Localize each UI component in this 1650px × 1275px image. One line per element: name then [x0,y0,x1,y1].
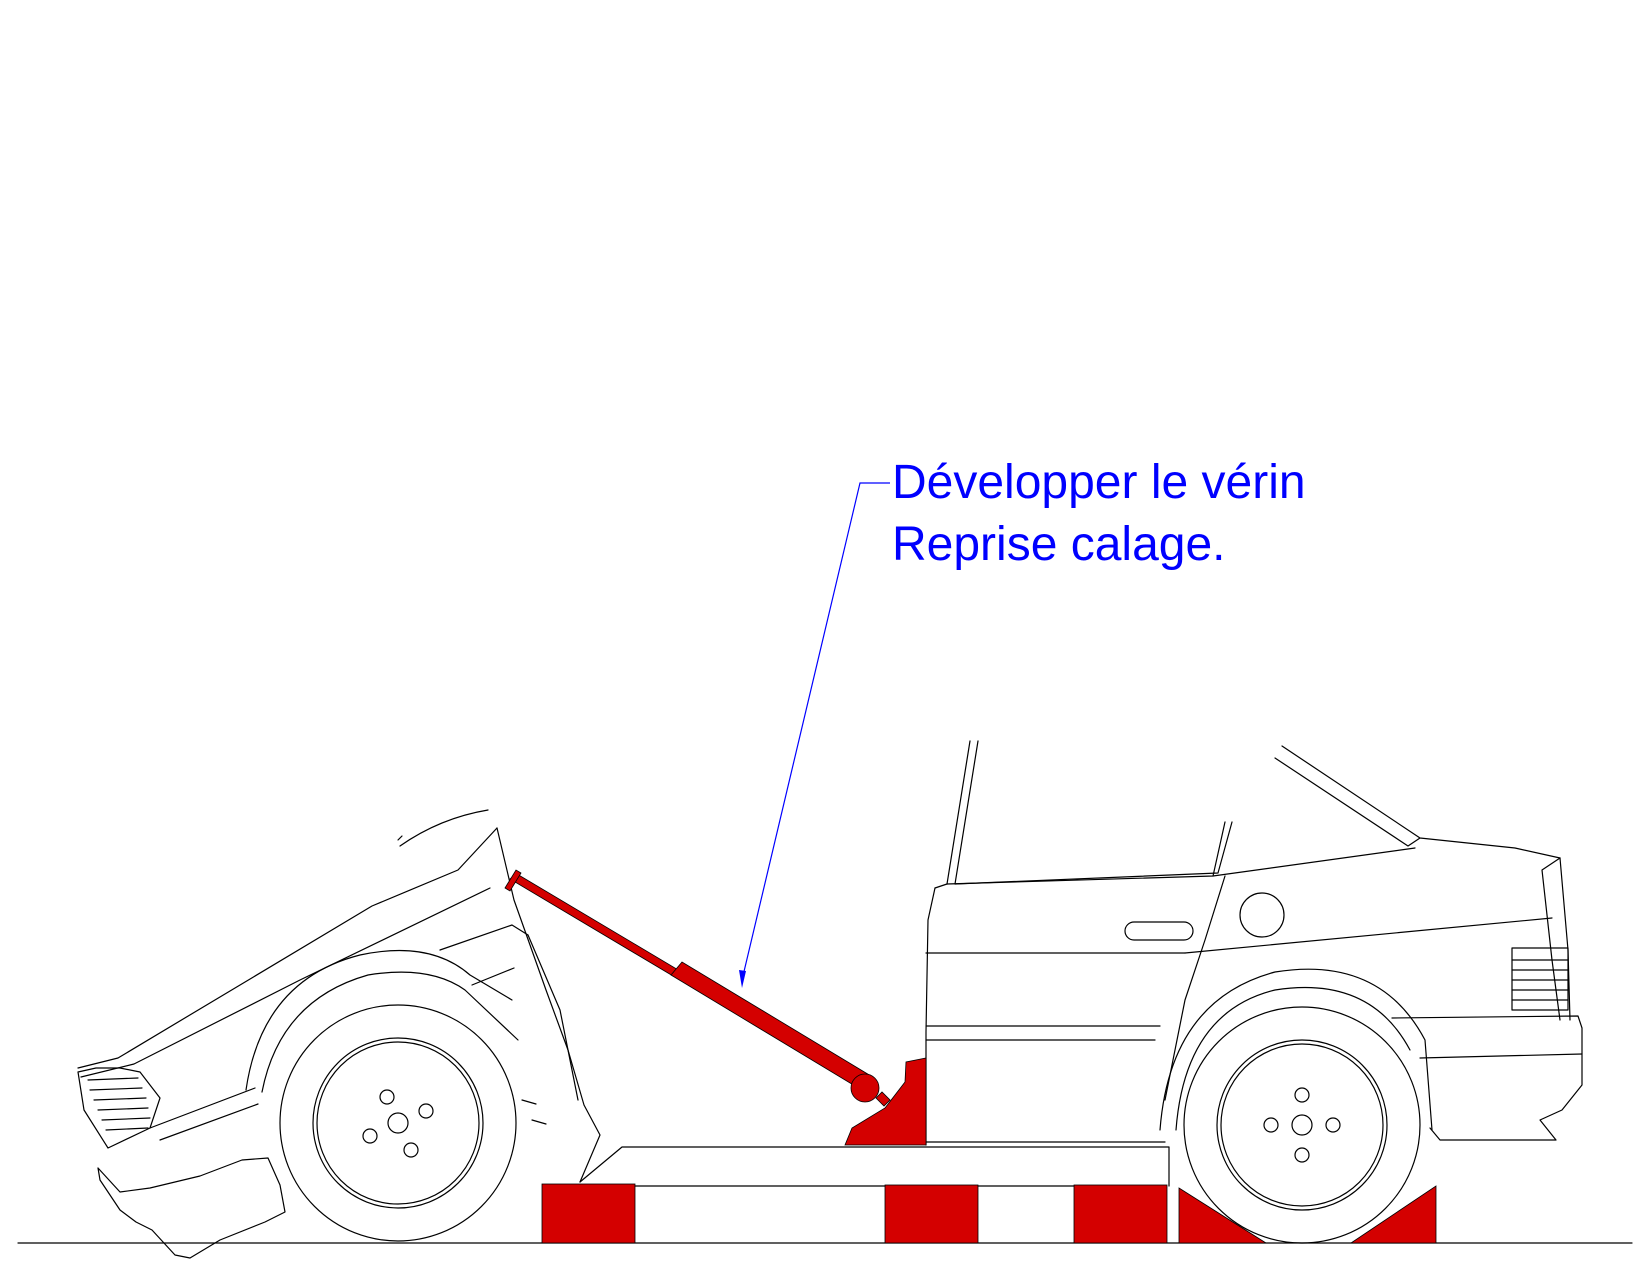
leader-line [741,482,890,981]
car-rear-section [925,740,1583,1244]
support-block-1 [541,1183,636,1244]
sill-beam [579,1146,1170,1187]
annotation-line-1: Développer le vérin [892,456,1306,509]
leader-arrowhead [739,970,746,988]
jack-cylinder [670,961,872,1090]
wheel-chock-rear [1349,1185,1437,1244]
support-block-3 [1073,1184,1168,1244]
support-blocks [541,1183,1437,1244]
support-block-2 [884,1184,979,1244]
hydraulic-jack [504,869,927,1146]
annotation-leader [739,482,890,988]
wheel-chock-front [1178,1187,1268,1244]
jack-ball-joint [850,1073,880,1103]
car-lift-diagram: Développer le vérin Reprise calage. [17,456,1633,1259]
annotation-line-2: Reprise calage. [892,518,1226,571]
